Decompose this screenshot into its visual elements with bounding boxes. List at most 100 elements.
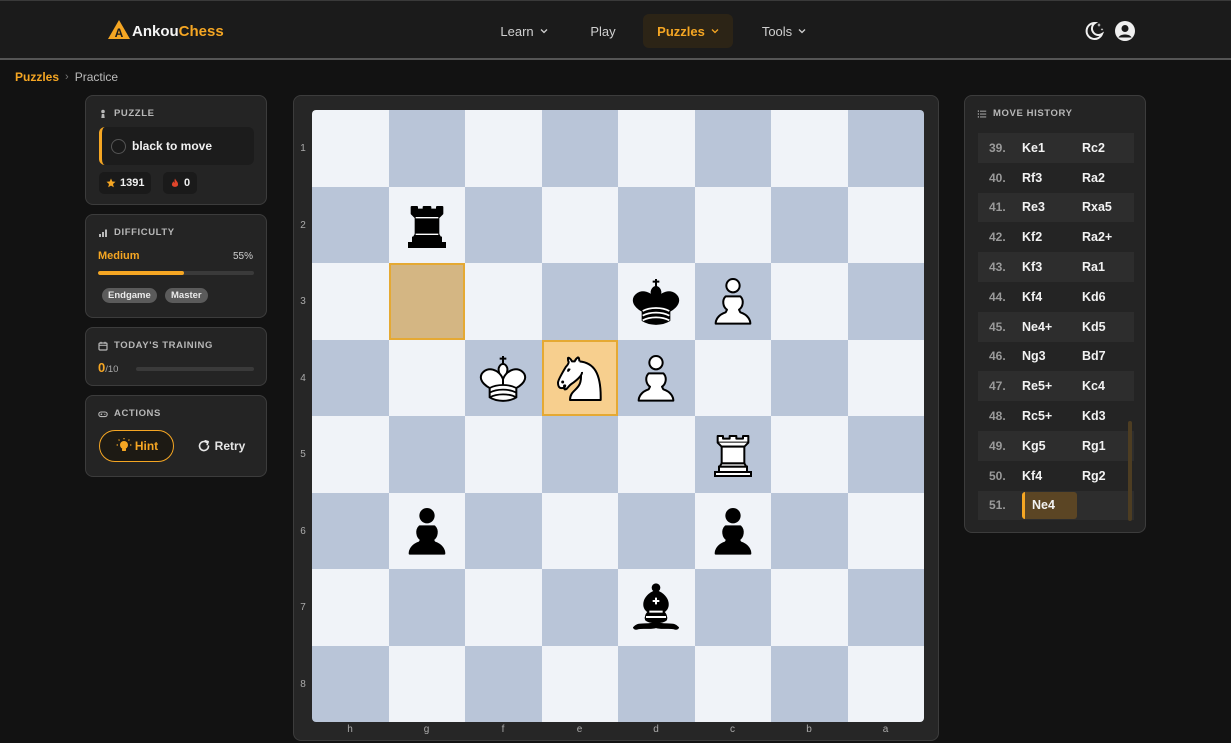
white-move[interactable]: Rf3 (1022, 171, 1082, 185)
square-c2[interactable] (694, 186, 771, 263)
square-g2[interactable] (388, 186, 465, 263)
move-history-scrollbar[interactable] (1128, 421, 1132, 521)
square-f8[interactable] (465, 645, 542, 722)
square-d3[interactable] (618, 263, 695, 340)
square-a4[interactable] (847, 339, 924, 416)
black-pawn-icon[interactable] (397, 501, 457, 561)
square-a8[interactable] (847, 645, 924, 722)
square-d2[interactable] (618, 186, 695, 263)
white-move[interactable]: Ke1 (1022, 141, 1082, 155)
white-king-icon[interactable] (473, 348, 533, 408)
square-e3[interactable] (541, 263, 618, 340)
hint-button[interactable]: Hint (99, 430, 174, 462)
white-rook-icon[interactable] (703, 424, 763, 484)
square-a5[interactable] (847, 416, 924, 493)
square-g5[interactable] (388, 416, 465, 493)
square-c1[interactable] (694, 110, 771, 187)
user-account-icon[interactable] (1114, 20, 1136, 42)
square-d5[interactable] (618, 416, 695, 493)
black-move[interactable]: Rc2 (1082, 141, 1134, 155)
white-knight-icon[interactable] (550, 348, 610, 408)
black-move[interactable]: Ra2+ (1082, 230, 1134, 244)
square-b3[interactable] (771, 263, 848, 340)
black-move[interactable]: Ra1 (1082, 260, 1134, 274)
black-bishop-icon[interactable] (626, 577, 686, 637)
black-move[interactable]: Rg1 (1082, 439, 1134, 453)
black-move[interactable]: Kc4 (1082, 379, 1134, 393)
square-h1[interactable] (312, 110, 389, 187)
square-b5[interactable] (771, 416, 848, 493)
square-e1[interactable] (541, 110, 618, 187)
square-g7[interactable] (388, 569, 465, 646)
square-d1[interactable] (618, 110, 695, 187)
square-c4[interactable] (694, 339, 771, 416)
black-move[interactable]: Kd6 (1082, 290, 1134, 304)
black-move[interactable]: Bd7 (1082, 349, 1134, 363)
square-h8[interactable] (312, 645, 389, 722)
square-f3[interactable] (465, 263, 542, 340)
square-a2[interactable] (847, 186, 924, 263)
square-a7[interactable] (847, 569, 924, 646)
white-move[interactable]: Rc5+ (1022, 409, 1082, 423)
white-move[interactable]: Kg5 (1022, 439, 1082, 453)
chessboard[interactable] (312, 110, 924, 722)
black-pawn-icon[interactable] (703, 501, 763, 561)
square-a3[interactable] (847, 263, 924, 340)
nav-puzzles[interactable]: Puzzles (643, 14, 733, 48)
square-e2[interactable] (541, 186, 618, 263)
square-f6[interactable] (465, 492, 542, 569)
white-move[interactable]: Ng3 (1022, 349, 1082, 363)
square-b4[interactable] (771, 339, 848, 416)
black-move[interactable]: Rg2 (1082, 469, 1134, 483)
tag-endgame[interactable]: Endgame (102, 288, 157, 303)
square-g6[interactable] (388, 492, 465, 569)
nav-play[interactable]: Play (578, 14, 628, 48)
nav-tools[interactable]: Tools (748, 14, 820, 48)
square-e7[interactable] (541, 569, 618, 646)
nav-learn[interactable]: Learn (486, 14, 562, 48)
square-c6[interactable] (694, 492, 771, 569)
square-d8[interactable] (618, 645, 695, 722)
square-e8[interactable] (541, 645, 618, 722)
moon-stars-icon[interactable] (1083, 20, 1105, 42)
black-move[interactable]: Ra2 (1082, 171, 1134, 185)
square-f5[interactable] (465, 416, 542, 493)
black-move[interactable]: Kd5 (1082, 320, 1134, 334)
square-d7[interactable] (618, 569, 695, 646)
black-king-icon[interactable] (626, 271, 686, 331)
white-pawn-icon[interactable] (626, 348, 686, 408)
square-c7[interactable] (694, 569, 771, 646)
square-h3[interactable] (312, 263, 389, 340)
square-h2[interactable] (312, 186, 389, 263)
square-e5[interactable] (541, 416, 618, 493)
white-move[interactable]: Kf2 (1022, 230, 1082, 244)
breadcrumb-puzzles-link[interactable]: Puzzles (15, 70, 59, 84)
square-b7[interactable] (771, 569, 848, 646)
black-move[interactable]: Rxa5 (1082, 200, 1134, 214)
white-move[interactable]: Re3 (1022, 200, 1082, 214)
square-c3[interactable] (694, 263, 771, 340)
black-move[interactable]: Kd3 (1082, 409, 1134, 423)
white-move[interactable]: Kf3 (1022, 260, 1082, 274)
square-h4[interactable] (312, 339, 389, 416)
white-move[interactable]: Kf4 (1022, 469, 1082, 483)
square-g3[interactable] (388, 263, 465, 340)
square-b6[interactable] (771, 492, 848, 569)
brand-logo[interactable]: A Ankou Chess (107, 18, 224, 44)
white-move[interactable]: Ne4 (1022, 491, 1077, 519)
square-f1[interactable] (465, 110, 542, 187)
square-b1[interactable] (771, 110, 848, 187)
retry-button[interactable]: Retry (186, 430, 256, 462)
square-a6[interactable] (847, 492, 924, 569)
square-h6[interactable] (312, 492, 389, 569)
square-g1[interactable] (388, 110, 465, 187)
square-e6[interactable] (541, 492, 618, 569)
tag-master[interactable]: Master (165, 288, 208, 303)
square-h7[interactable] (312, 569, 389, 646)
square-f2[interactable] (465, 186, 542, 263)
square-h5[interactable] (312, 416, 389, 493)
square-d6[interactable] (618, 492, 695, 569)
square-f7[interactable] (465, 569, 542, 646)
white-move[interactable]: Re5+ (1022, 379, 1082, 393)
square-g8[interactable] (388, 645, 465, 722)
